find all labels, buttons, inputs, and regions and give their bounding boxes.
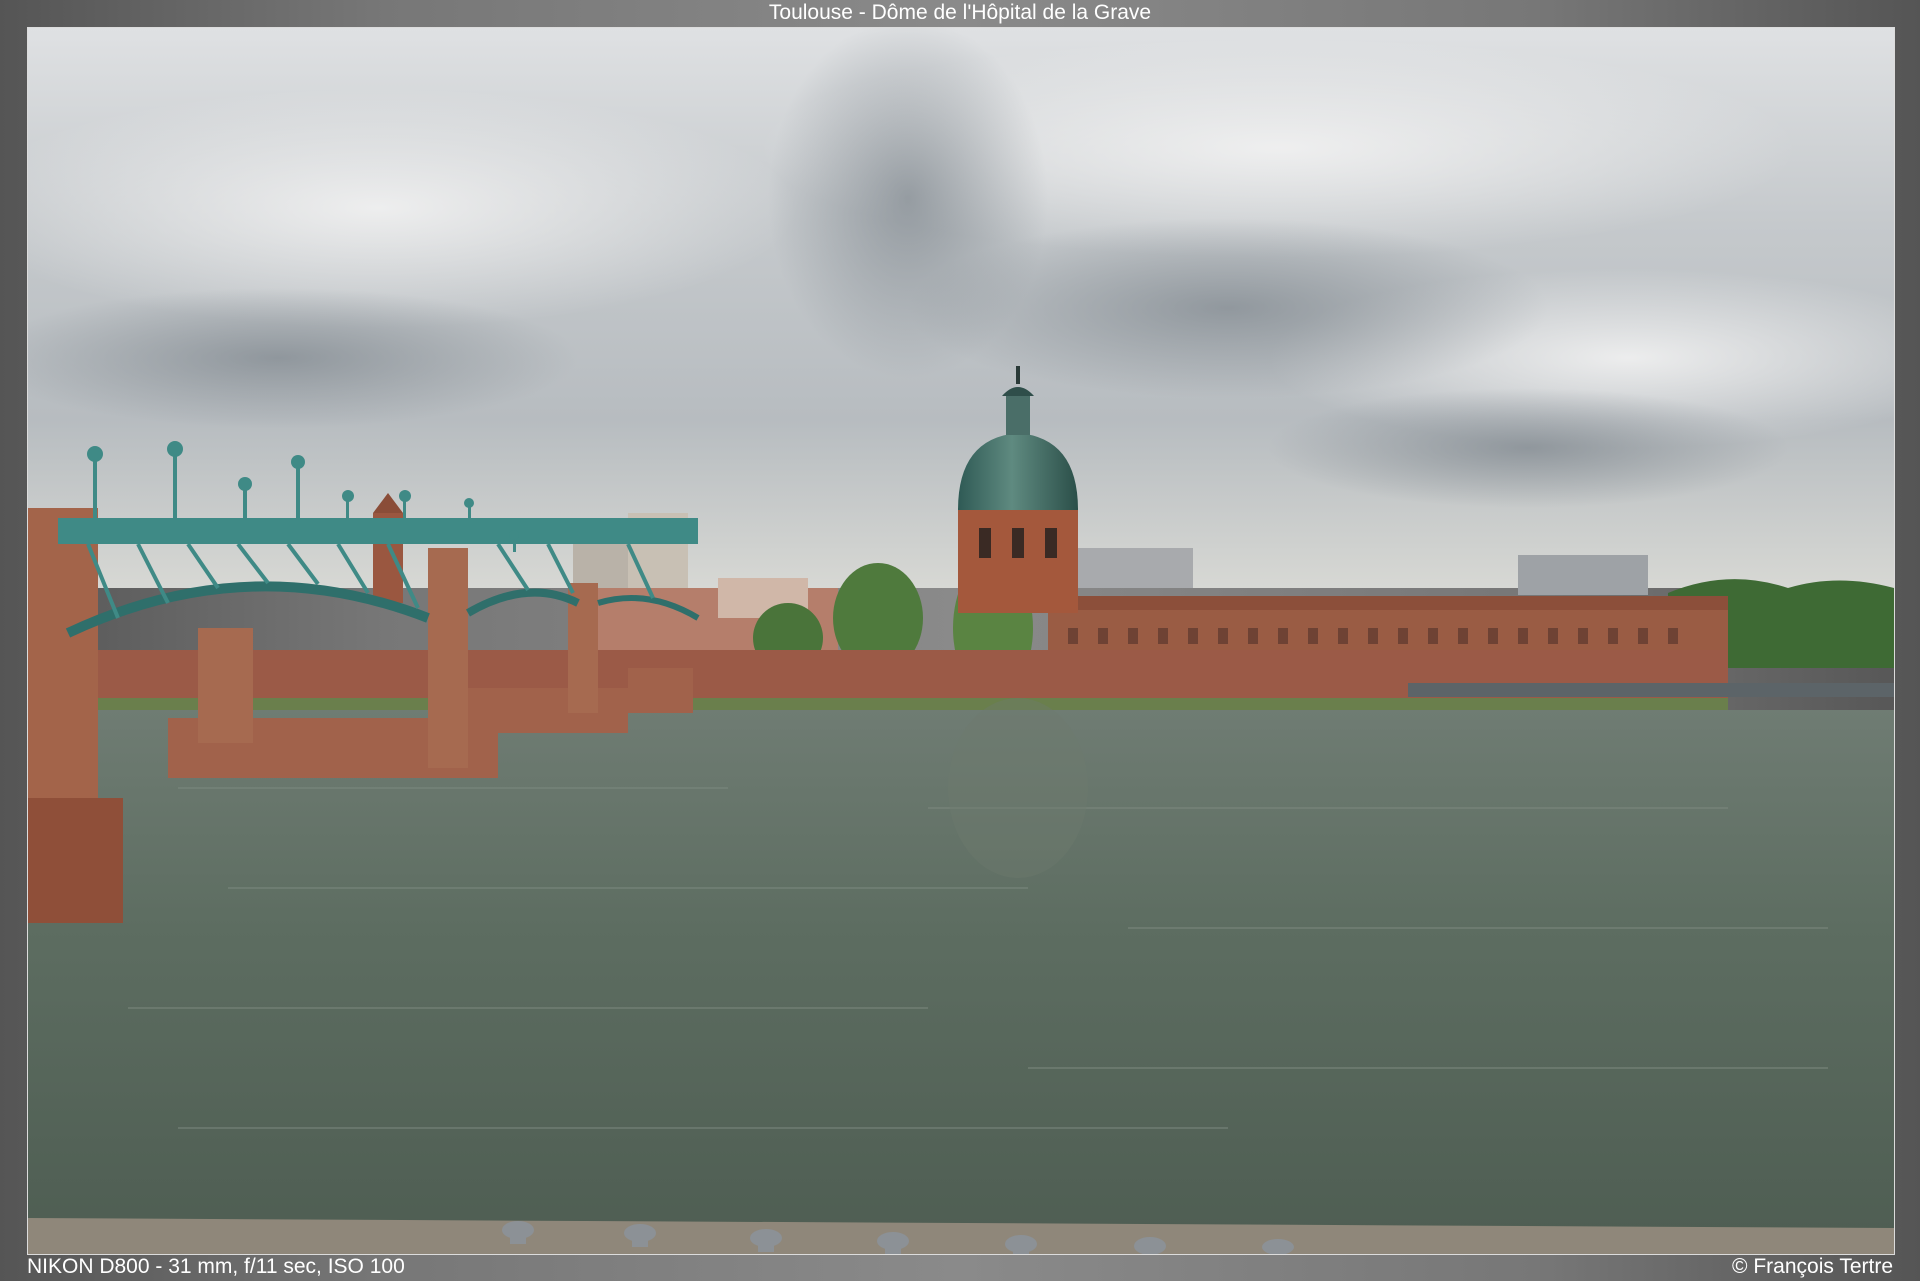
dome-drum-window xyxy=(1045,528,1057,558)
dome-drum-window xyxy=(979,528,991,558)
dome-lantern xyxy=(1006,393,1030,435)
dome-drum-window xyxy=(1012,528,1024,558)
landscape-photo xyxy=(27,27,1895,1255)
dome-drum xyxy=(958,508,1078,613)
cloud xyxy=(1268,388,1788,508)
dome-spire xyxy=(1016,366,1020,384)
photo-title: Toulouse - Dôme de l'Hôpital de la Grave xyxy=(768,1,1152,24)
quay-bank xyxy=(78,698,1728,712)
tower-building xyxy=(1078,548,1193,588)
tower-building xyxy=(1518,555,1648,595)
bridge-pier xyxy=(28,798,123,923)
copyright-caption: © François Tertre xyxy=(1732,1255,1893,1278)
exif-caption: NIKON D800 - 31 mm, f/11 sec, ISO 100 xyxy=(27,1255,405,1278)
bridge-pier xyxy=(628,668,693,713)
bridge-deck xyxy=(58,518,698,544)
far-bridge xyxy=(1408,683,1894,697)
photo-frame: Toulouse - Dôme de l'Hôpital de la Grave xyxy=(0,0,1920,1281)
bridge-pier xyxy=(198,628,253,743)
bridge-pier xyxy=(428,548,468,768)
cloud xyxy=(768,28,1048,378)
hospital-roof xyxy=(1048,596,1728,610)
photo-illustration xyxy=(28,28,1894,1254)
bridge-arch xyxy=(465,588,580,617)
dome-reflection xyxy=(948,698,1088,878)
bridge-pier xyxy=(468,688,628,733)
